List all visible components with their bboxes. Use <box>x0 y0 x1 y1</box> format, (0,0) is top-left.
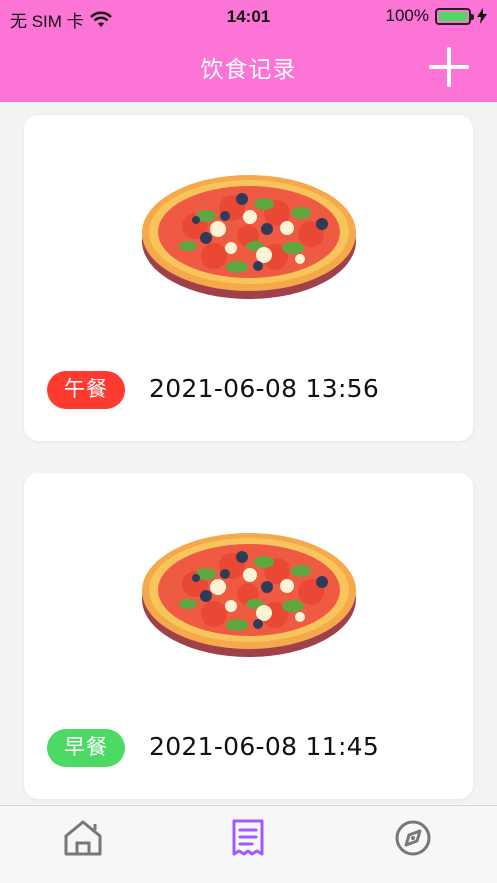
add-record-button[interactable] <box>429 47 469 87</box>
navigation-header: 无 SIM 卡 14:01 100% 饮食记录 <box>0 0 497 102</box>
battery-percent: 100% <box>385 6 429 25</box>
charging-icon <box>477 8 487 24</box>
home-icon <box>64 820 102 856</box>
record-datetime: 2021-06-08 13:56 <box>149 374 380 403</box>
record-card[interactable]: 早餐 2021-06-08 11:45 <box>24 473 473 799</box>
status-right: 100% <box>386 6 487 26</box>
tab-bar <box>0 805 497 883</box>
pizza-image <box>142 175 356 299</box>
status-bar: 无 SIM 卡 14:01 100% <box>0 0 497 34</box>
meal-type-badge: 早餐 <box>47 729 125 767</box>
tab-home[interactable] <box>61 816 105 860</box>
page-title: 饮食记录 <box>200 56 297 82</box>
tab-records[interactable] <box>226 816 270 860</box>
tab-discover[interactable] <box>391 816 435 860</box>
pizza-image <box>142 533 356 657</box>
meal-type-badge: 午餐 <box>47 371 125 409</box>
receipt-list-icon <box>232 819 264 856</box>
battery-icon <box>435 7 474 25</box>
compass-icon <box>395 820 431 856</box>
record-card[interactable]: 午餐 2021-06-08 13:56 <box>24 115 473 441</box>
record-datetime: 2021-06-08 11:45 <box>149 732 380 761</box>
